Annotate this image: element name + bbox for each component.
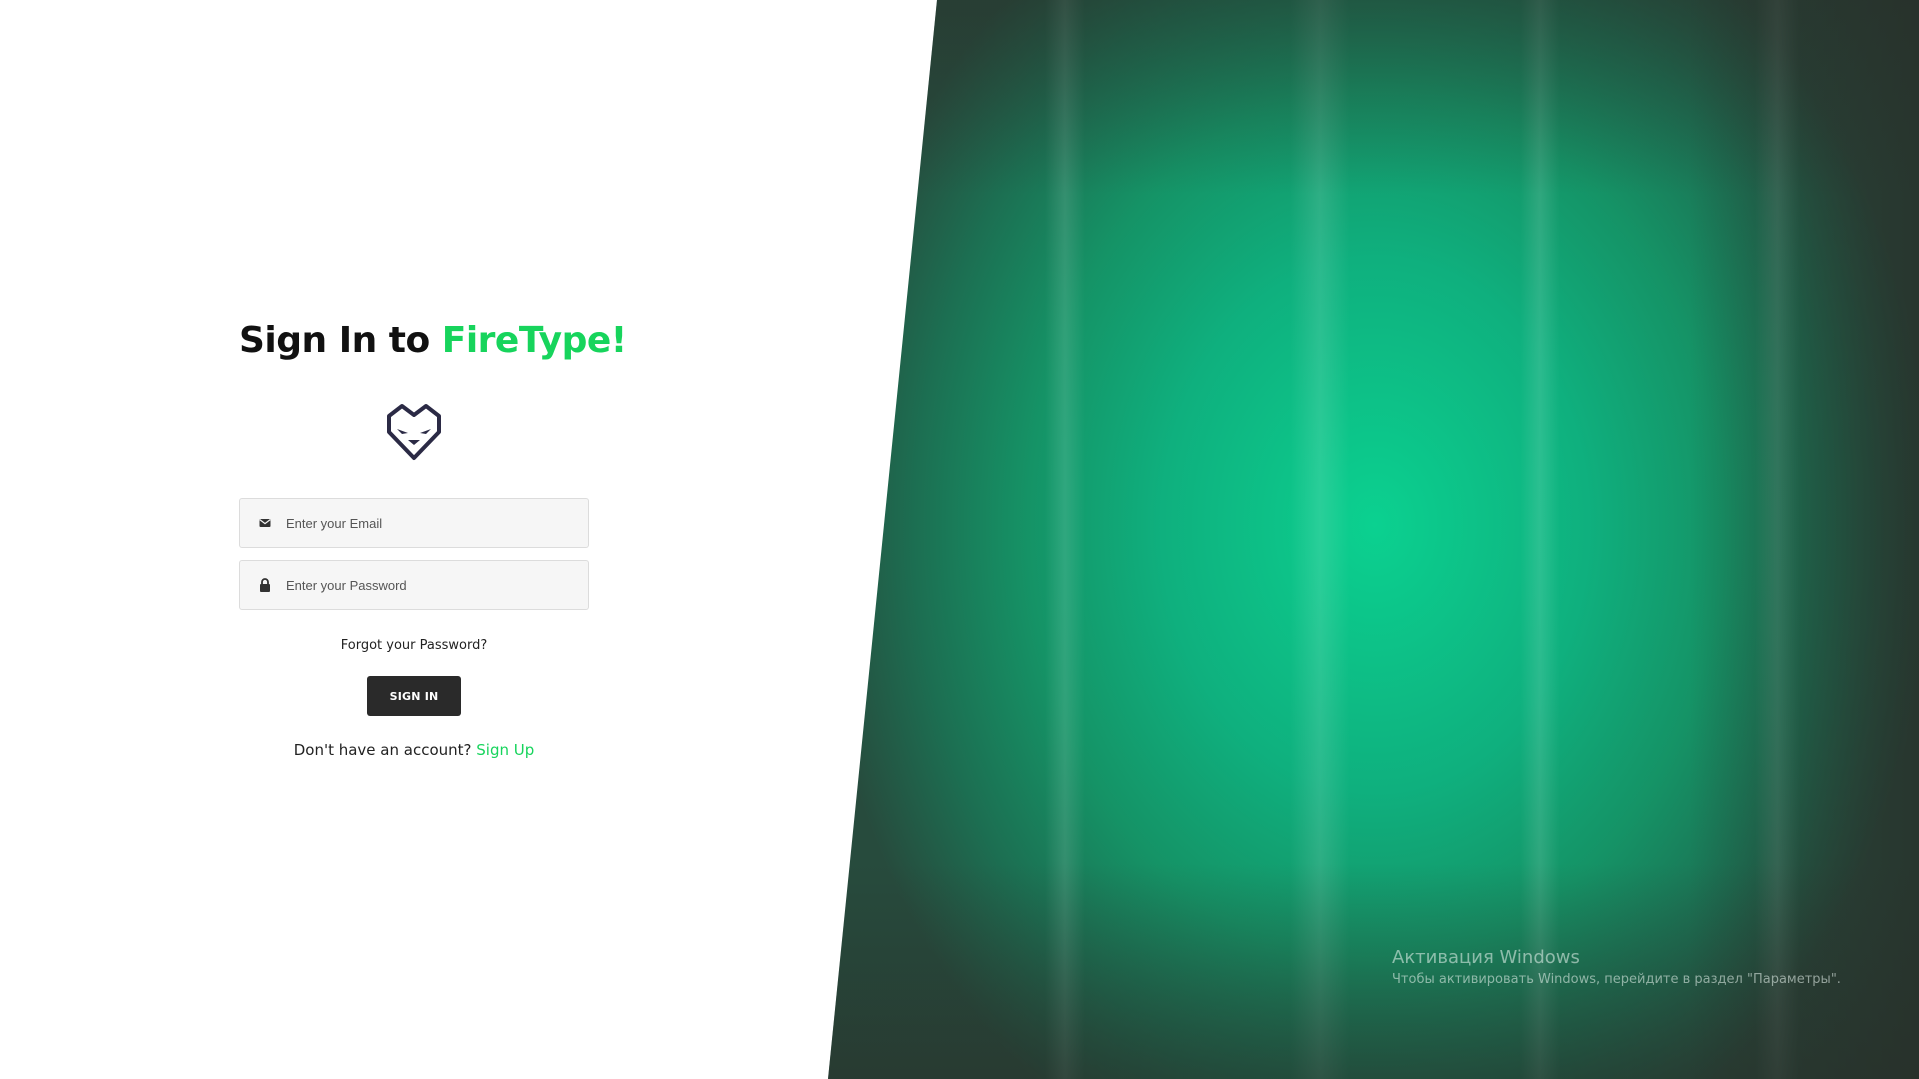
fox-logo-icon: [387, 404, 441, 460]
signin-page: Sign In to FireType! Enter your Email Fo…: [0, 0, 1919, 1079]
brand-name: FireType!: [441, 320, 627, 361]
password-field[interactable]: [239, 560, 589, 610]
email-input[interactable]: [286, 503, 566, 543]
title-prefix: Sign In to: [239, 320, 442, 361]
activation-subtitle: Чтобы активировать Windows, перейдите в …: [1392, 972, 1841, 987]
forgot-password-link[interactable]: Forgot your Password?: [341, 638, 488, 653]
no-account-text: Don't have an account?: [293, 741, 472, 759]
sign-in-button[interactable]: SIGN IN: [367, 676, 461, 716]
envelope-icon: [258, 516, 272, 530]
sign-up-link[interactable]: Sign Up: [476, 741, 534, 759]
page-title: Sign In to FireType!: [239, 310, 627, 372]
windows-activation-watermark: Активация Windows Чтобы активировать Win…: [1392, 946, 1841, 990]
lock-icon: [258, 578, 272, 592]
signup-prompt: Don't have an account? Sign Up: [239, 741, 589, 759]
activation-title: Активация Windows: [1392, 947, 1580, 968]
password-input[interactable]: [286, 565, 566, 605]
signin-form: Sign In to FireType! Enter your Email Fo…: [239, 310, 627, 759]
email-field[interactable]: [239, 498, 589, 548]
